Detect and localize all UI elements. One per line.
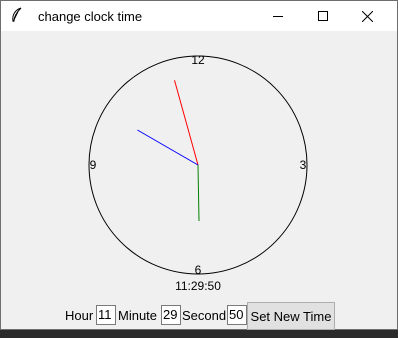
second-hand (137, 129, 199, 166)
numeral-9: 9 (90, 158, 97, 172)
numeral-6: 6 (195, 263, 202, 277)
second-label: Second (182, 308, 227, 323)
minimize-button[interactable] (255, 1, 300, 31)
minute-hand (197, 164, 200, 222)
hour-label: Hour (65, 308, 94, 323)
digital-time: 11:29:50 (175, 279, 221, 293)
minimize-icon (272, 16, 283, 17)
numeral-3: 3 (300, 158, 307, 172)
set-new-time-button[interactable]: Set New Time (247, 302, 335, 330)
time-form: Hour 11 Minute 29 Second 50 Set New Time (1, 302, 397, 330)
window-title: change clock time (38, 9, 143, 24)
feather-icon (12, 7, 22, 23)
hour-input[interactable]: 11 (96, 305, 116, 325)
hour-hand (174, 80, 199, 166)
second-input[interactable]: 50 (227, 305, 247, 325)
clock-canvas: 12 3 6 9 11:29:50 (1, 32, 397, 296)
minute-input[interactable]: 29 (161, 305, 181, 325)
analog-clock: 12 3 6 9 (88, 53, 308, 277)
app-window: change clock time 12 3 6 9 11:29:50 Hour… (0, 0, 398, 330)
maximize-button[interactable] (300, 1, 345, 31)
minute-label: Minute (118, 308, 158, 323)
close-icon (362, 10, 373, 22)
numeral-12: 12 (191, 53, 205, 67)
maximize-icon (317, 11, 328, 21)
close-button[interactable] (345, 1, 390, 31)
title-bar[interactable]: change clock time (1, 1, 397, 32)
